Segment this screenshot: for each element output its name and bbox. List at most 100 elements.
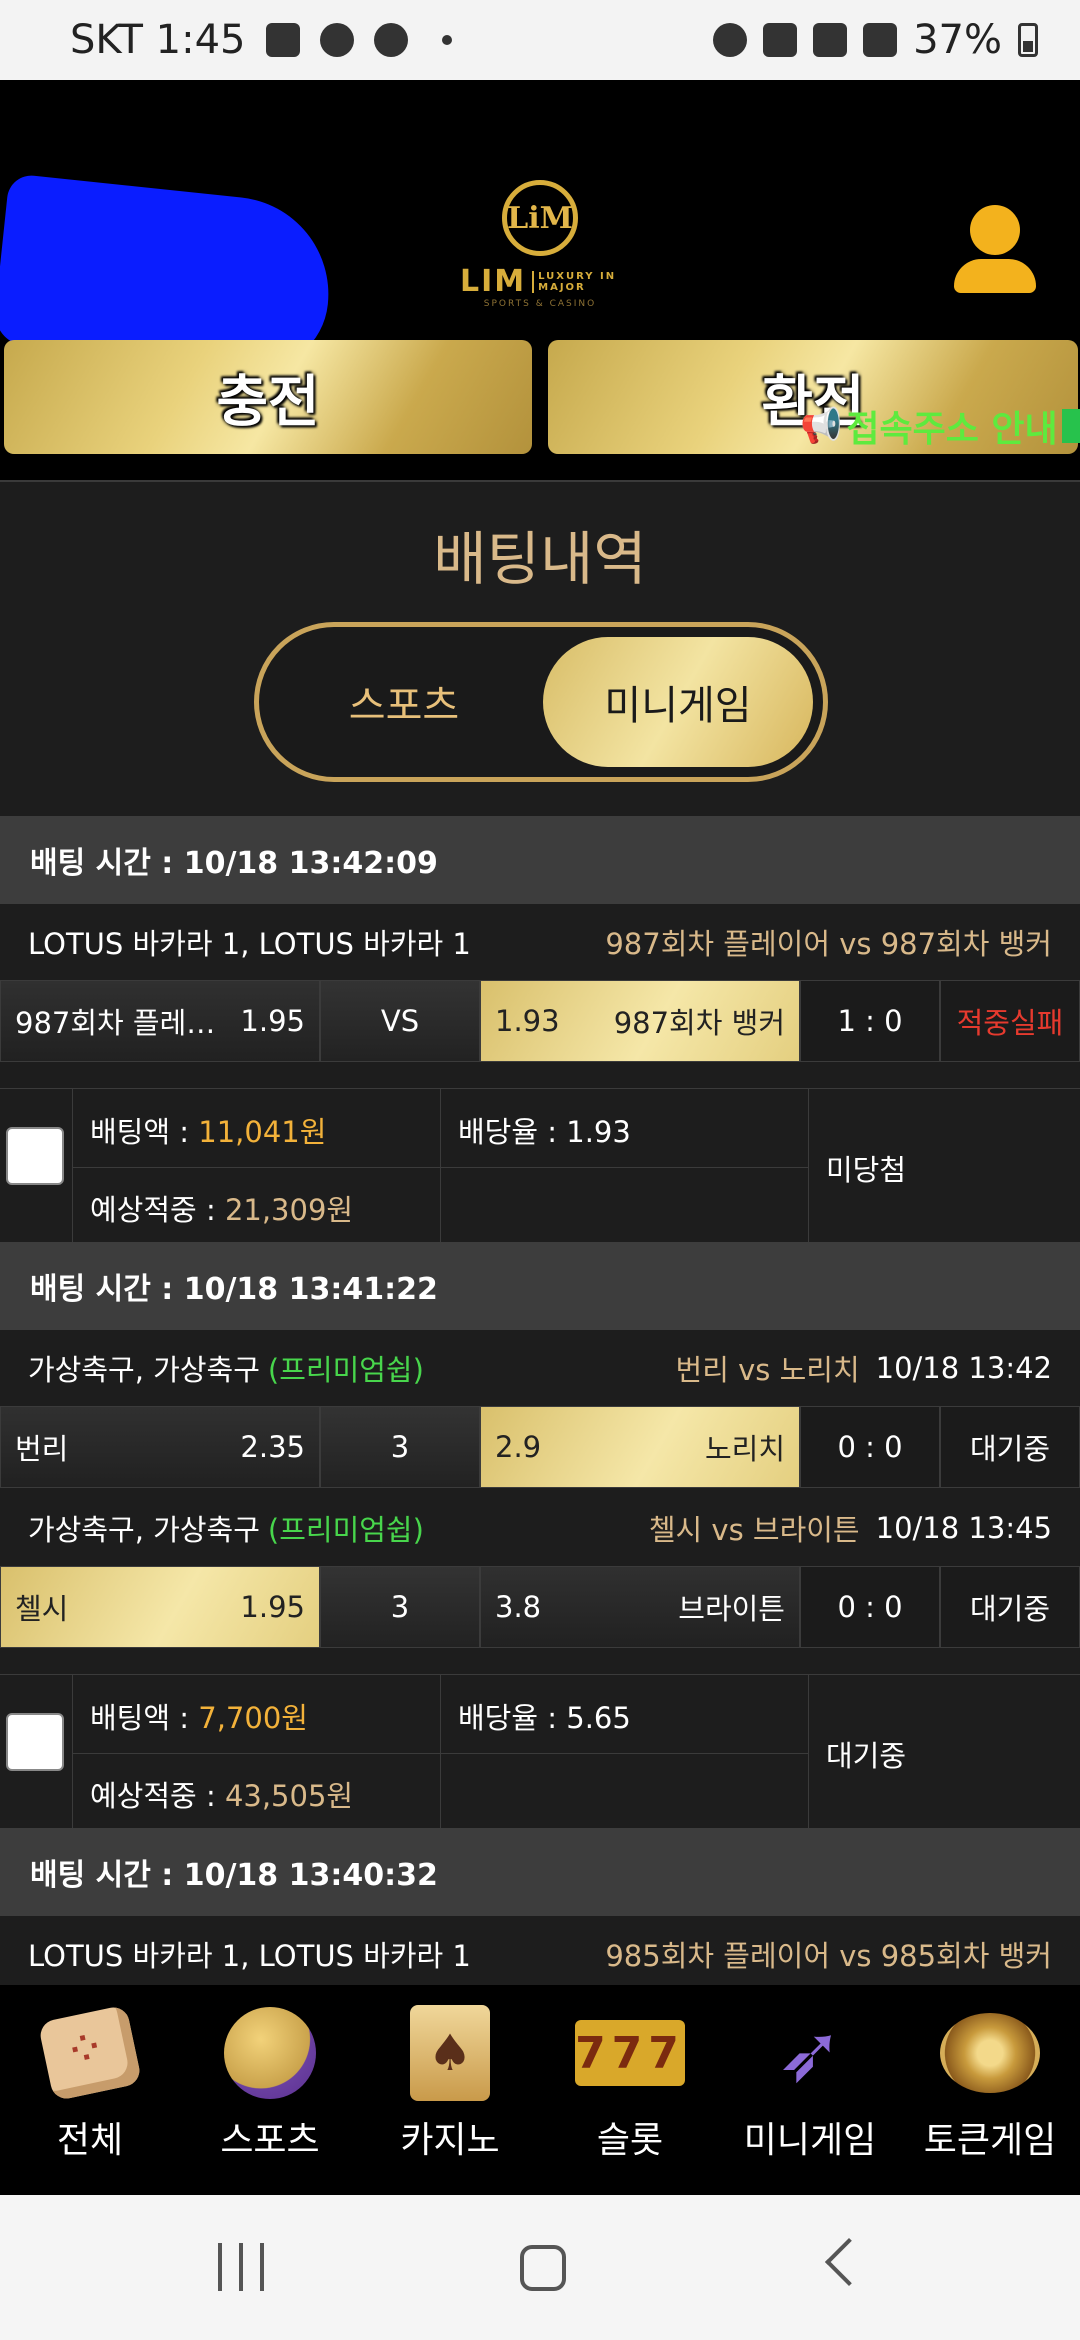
score: 0 : 0 <box>800 1566 940 1648</box>
nav-slot[interactable]: 777 슬롯 <box>540 1985 720 2195</box>
tab-sports[interactable]: 스포츠 <box>269 637 539 767</box>
away-team: 브라이튼 <box>678 1592 785 1626</box>
logo-tag: SPORTS & CASINO <box>483 299 597 309</box>
score: 0 : 0 <box>800 1406 940 1488</box>
expected-win: 43,505원 <box>224 1779 354 1813</box>
rocket-icon: ➶ <box>776 2006 844 2100</box>
user-profile-icon[interactable] <box>954 205 1036 293</box>
bet-time-header: 배팅 시간 : 10/18 13:40:32 <box>0 1828 1080 1916</box>
home-pick[interactable]: 첼시 1.95 <box>0 1566 320 1648</box>
nav-all[interactable]: 전체 <box>0 1985 180 2195</box>
game-line: 가상축구, 가상축구 (프리미엄쉽) 번리 vs 노리치 10/18 13:42 <box>0 1330 1080 1406</box>
check-icon <box>1061 409 1080 443</box>
amount-label: 배팅액 : <box>90 1701 199 1735</box>
nav-casino[interactable]: ♠ 카지노 <box>360 1985 540 2195</box>
select-checkbox[interactable] <box>6 1713 64 1771</box>
home-odd: 1.95 <box>240 1590 305 1624</box>
game-status: 적중실패 <box>940 980 1080 1062</box>
draw-pick[interactable]: 3 <box>320 1566 480 1648</box>
away-odd: 3.8 <box>495 1590 542 1624</box>
battery-percent: 37% <box>913 17 1002 63</box>
league-badge: (프리미엄쉽) <box>267 1513 424 1547</box>
5g-icon <box>813 23 848 57</box>
nav-sports[interactable]: 스포츠 <box>180 1985 360 2195</box>
nav-label: 토큰게임 <box>923 2120 1057 2161</box>
logo-sub: LUXURY IN MAJOR <box>532 270 620 293</box>
bet-amount: 7,700원 <box>198 1701 308 1735</box>
game-name: 가상축구, 가상축구 <box>28 1353 260 1387</box>
site-logo[interactable]: LiM LIM LUXURY IN MAJOR SPORTS & CASINO <box>460 180 620 310</box>
odds-row: 첼시 1.95 3 3.8 브라이튼 0 : 0 대기중 <box>0 1566 1080 1648</box>
match-label: 번리 vs 노리치 <box>675 1353 860 1387</box>
league-badge: (프리미엄쉽) <box>267 1353 424 1387</box>
more-dot-icon <box>441 35 452 45</box>
category-toggle: 스포츠 미니게임 <box>254 622 828 782</box>
expected-win: 21,309원 <box>224 1193 354 1227</box>
chat-icon <box>319 23 354 57</box>
game-status: 대기중 <box>940 1566 1080 1648</box>
select-checkbox[interactable] <box>6 1127 64 1185</box>
dice-icon <box>37 2004 143 2102</box>
system-nav-bar <box>0 2195 1080 2340</box>
bet-rate: 1.93 <box>566 1115 631 1149</box>
playing-cards-icon: ♠ <box>410 2005 490 2101</box>
back-icon[interactable] <box>824 2237 874 2287</box>
match-label: 첼시 vs 브라이튼 <box>648 1513 860 1547</box>
home-pick[interactable]: 번리 2.35 <box>0 1406 320 1488</box>
status-bar: SKT 1:45 37% <box>0 0 1080 80</box>
rate-label: 배당율 : <box>458 1701 567 1735</box>
home-team: 번리 <box>15 1432 69 1466</box>
logo-mark: LiM <box>502 180 578 256</box>
home-icon[interactable] <box>520 2245 566 2291</box>
bet-history-panel: 배팅내역 스포츠 미니게임 배팅 시간 : 10/18 13:42:09 LOT… <box>0 480 1080 1985</box>
slot-777-icon: 777 <box>575 2020 685 2086</box>
away-odd: 2.9 <box>495 1430 542 1464</box>
game-name: 가상축구, 가상축구 <box>28 1513 260 1547</box>
draw-pick[interactable]: 3 <box>320 1406 480 1488</box>
deposit-button[interactable]: 충전 <box>4 340 532 454</box>
soccer-ball-icon <box>224 2007 316 2099</box>
draw-pick[interactable]: VS <box>320 980 480 1062</box>
notice-ticker[interactable]: 📢 접속주소 안내 <box>800 400 1080 452</box>
battery-icon <box>1018 23 1038 57</box>
score: 1 : 0 <box>800 980 940 1062</box>
signal-icon <box>863 23 898 57</box>
bet-rate: 5.65 <box>566 1701 631 1735</box>
nav-minigame[interactable]: ➶ 미니게임 <box>720 1985 900 2195</box>
expected-label: 예상적중 : <box>90 1193 225 1227</box>
bet-time-header: 배팅 시간 : 10/18 13:41:22 <box>0 1242 1080 1330</box>
game-line: LOTUS 바카라 1, LOTUS 바카라 1 985회차 플레이어 vs 9… <box>0 1916 1080 1985</box>
nav-token-game[interactable]: 토큰게임 <box>900 1985 1080 2195</box>
home-pick[interactable]: 987회차 플레… 1.95 <box>0 980 320 1062</box>
away-pick[interactable]: 2.9 노리치 <box>480 1406 800 1488</box>
notice-text: 접속주소 안내 <box>846 409 1058 450</box>
bet-result: 대기중 <box>826 1739 907 1773</box>
bet-amount: 11,041원 <box>198 1115 327 1149</box>
home-odd: 2.35 <box>240 1430 305 1464</box>
alarm-icon <box>713 23 748 57</box>
away-team: 987회차 뱅커 <box>613 1006 785 1040</box>
away-odd: 1.93 <box>495 1004 560 1038</box>
odds-row: 987회차 플레… 1.95 VS 1.93 987회차 뱅커 1 : 0 적중… <box>0 980 1080 1062</box>
megaphone-icon: 📢 <box>800 406 843 446</box>
away-pick[interactable]: 3.8 브라이튼 <box>480 1566 800 1648</box>
game-line: 가상축구, 가상축구 (프리미엄쉽) 첼시 vs 브라이튼 10/18 13:4… <box>0 1490 1080 1566</box>
nav-label: 카지노 <box>400 2120 500 2161</box>
away-team: 노리치 <box>704 1432 785 1466</box>
tab-minigame[interactable]: 미니게임 <box>543 637 813 767</box>
home-team: 첼시 <box>15 1592 69 1626</box>
gallery-icon <box>265 23 300 57</box>
rate-label: 배당율 : <box>458 1115 567 1149</box>
game-name: LOTUS 바카라 1, LOTUS 바카라 1 <box>28 927 471 961</box>
bet-result: 미당첨 <box>826 1153 907 1187</box>
away-pick[interactable]: 1.93 987회차 뱅커 <box>480 980 800 1062</box>
recents-icon[interactable] <box>218 2243 264 2291</box>
match-label: 985회차 플레이어 vs 985회차 뱅커 <box>605 1939 1052 1973</box>
logo-text: LIM <box>460 264 527 299</box>
game-line: LOTUS 바카라 1, LOTUS 바카라 1 987회차 플레이어 vs 9… <box>0 904 1080 980</box>
game-name: LOTUS 바카라 1, LOTUS 바카라 1 <box>28 1939 471 1973</box>
odds-row: 번리 2.35 3 2.9 노리치 0 : 0 대기중 <box>0 1406 1080 1488</box>
nav-label: 미니게임 <box>743 2120 877 2161</box>
expected-label: 예상적중 : <box>90 1779 225 1813</box>
game-status: 대기중 <box>940 1406 1080 1488</box>
